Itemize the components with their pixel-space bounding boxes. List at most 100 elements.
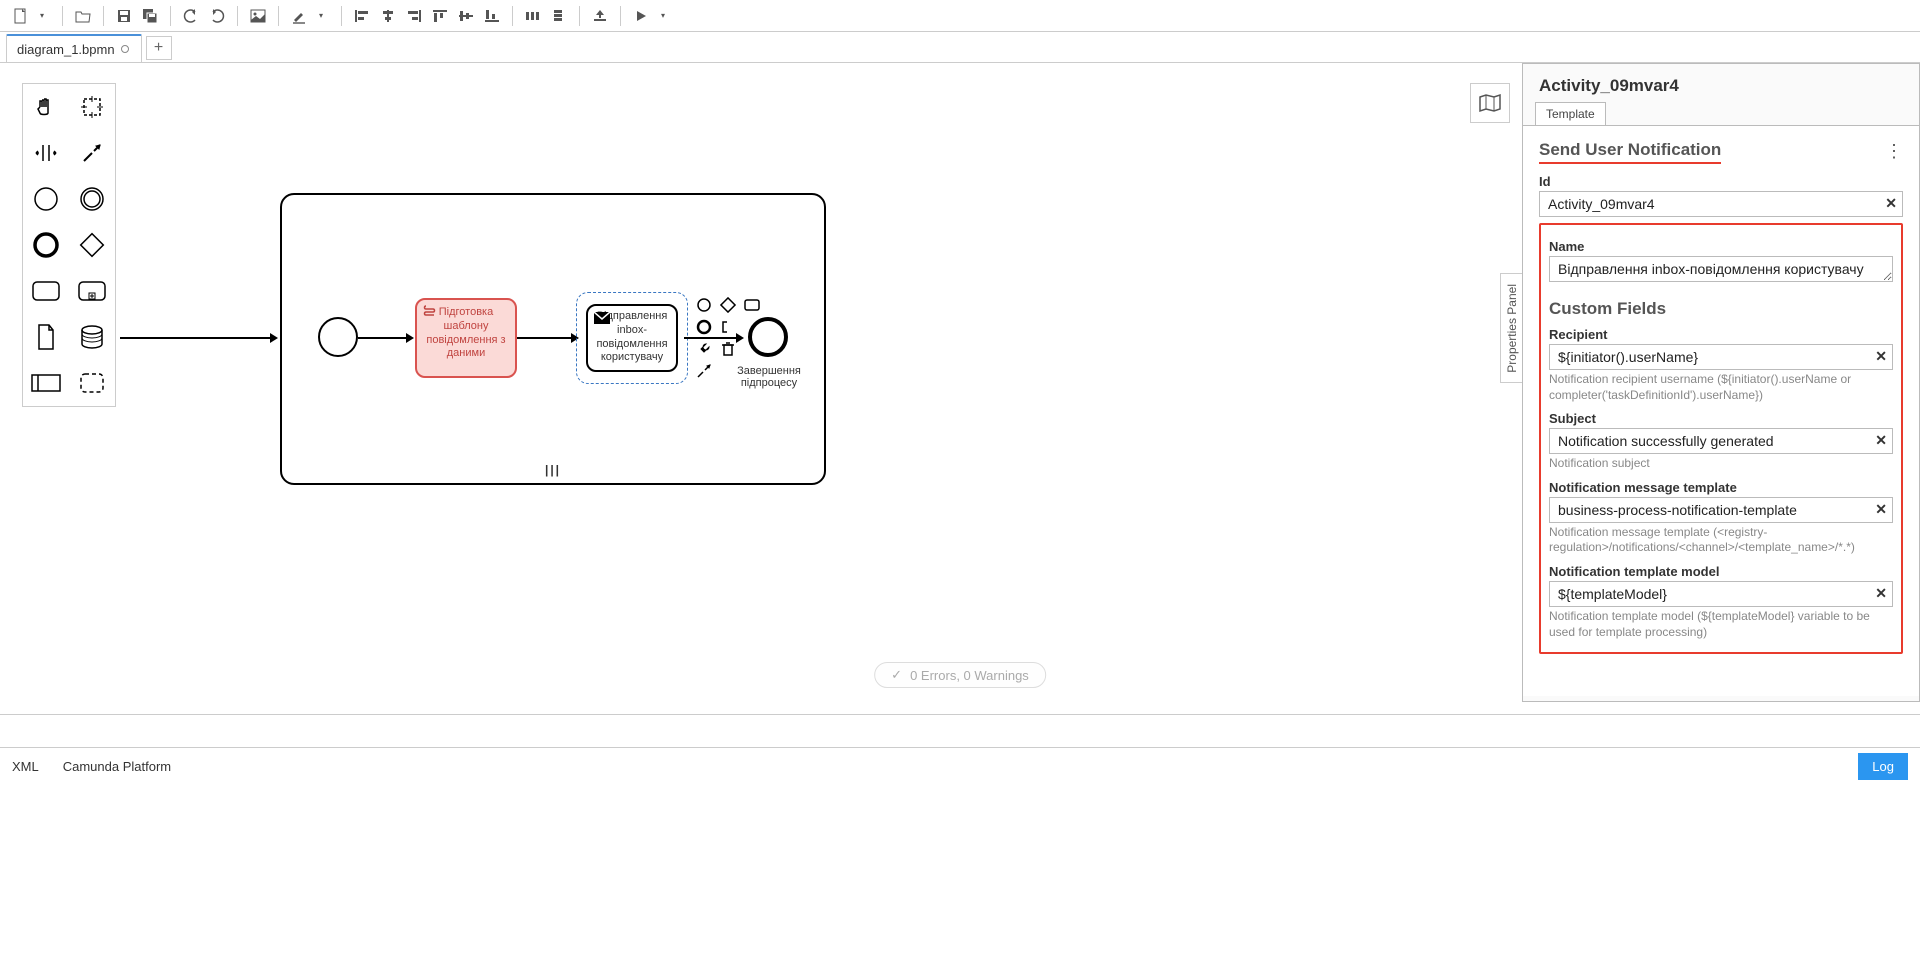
- sequence-flow[interactable]: [517, 337, 577, 339]
- new-file-dropdown[interactable]: ▾: [30, 4, 54, 28]
- align-left-button[interactable]: [350, 4, 374, 28]
- palette-group[interactable]: [69, 360, 115, 406]
- run-dropdown[interactable]: ▾: [651, 4, 675, 28]
- diagram-canvas[interactable]: ||| Підготовка шаблону повідомлення з да…: [0, 63, 1522, 702]
- export-image-button[interactable]: [246, 4, 270, 28]
- open-button[interactable]: [71, 4, 95, 28]
- ctx-connect-icon[interactable]: [694, 361, 714, 381]
- name-label: Name: [1549, 239, 1893, 254]
- undo-button[interactable]: [179, 4, 203, 28]
- palette-hand-tool[interactable]: [23, 84, 69, 130]
- tpl-model-label: Notification template model: [1549, 564, 1893, 579]
- ctx-end-event-icon[interactable]: [694, 317, 714, 337]
- script-icon: [423, 304, 437, 323]
- tpl-model-clear-button[interactable]: ✕: [1875, 585, 1887, 602]
- script-task-label: Підготовка шаблону повідомлення з даними: [426, 306, 505, 359]
- add-tab-button[interactable]: +: [146, 36, 172, 60]
- align-top-button[interactable]: [428, 4, 452, 28]
- name-input[interactable]: Відправлення inbox-повідомлення користув…: [1549, 256, 1893, 282]
- workspace: ||| Підготовка шаблону повідомлення з да…: [0, 62, 1920, 702]
- element-id-heading: Activity_09mvar4: [1523, 64, 1919, 102]
- tpl-model-input[interactable]: [1549, 581, 1893, 607]
- sequence-flow[interactable]: [358, 337, 412, 339]
- subprocess-marker-icon: |||: [545, 463, 561, 477]
- msg-template-clear-button[interactable]: ✕: [1875, 501, 1887, 518]
- new-file-button[interactable]: [8, 4, 32, 28]
- palette-lasso-tool[interactable]: [69, 84, 115, 130]
- save-all-button[interactable]: [138, 4, 162, 28]
- palette-task[interactable]: [23, 268, 69, 314]
- align-middle-button[interactable]: [454, 4, 478, 28]
- tabs-bar: diagram_1.bpmn +: [0, 32, 1920, 62]
- main-toolbar: ▾ ▾ ▾: [0, 0, 1920, 32]
- highlighted-fields: Name Відправлення inbox-повідомлення кор…: [1539, 223, 1903, 654]
- redo-button[interactable]: [205, 4, 229, 28]
- msg-template-label: Notification message template: [1549, 480, 1893, 495]
- subject-hint: Notification subject: [1549, 456, 1893, 472]
- palette-space-tool[interactable]: [23, 130, 69, 176]
- check-icon: ✓: [891, 667, 902, 683]
- palette-subprocess[interactable]: [69, 268, 115, 314]
- palette-start-event[interactable]: [23, 176, 69, 222]
- palette-pool[interactable]: [23, 360, 69, 406]
- recipient-hint: Notification recipient username (${initi…: [1549, 372, 1893, 403]
- align-bottom-button[interactable]: [480, 4, 504, 28]
- palette-data-store[interactable]: [69, 314, 115, 360]
- ctx-task-icon[interactable]: [742, 295, 762, 315]
- xml-tab[interactable]: XML: [12, 759, 39, 774]
- mail-icon: [594, 312, 610, 329]
- sequence-flow[interactable]: [120, 337, 276, 339]
- color-dropdown[interactable]: ▾: [309, 4, 333, 28]
- recipient-input[interactable]: [1549, 344, 1893, 370]
- problems-text: 0 Errors, 0 Warnings: [910, 668, 1029, 683]
- palette-connect-tool[interactable]: [69, 130, 115, 176]
- recipient-clear-button[interactable]: ✕: [1875, 348, 1887, 365]
- distribute-v-button[interactable]: [547, 4, 571, 28]
- status-bar: XML Camunda Platform Log: [0, 748, 1920, 784]
- template-name: Send User Notification: [1539, 140, 1721, 164]
- properties-panel-toggle[interactable]: Properties Panel: [1500, 273, 1522, 383]
- subject-input[interactable]: [1549, 428, 1893, 454]
- tpl-model-hint: Notification template model (${templateM…: [1549, 609, 1893, 640]
- unsaved-indicator: [121, 45, 129, 53]
- run-button[interactable]: [629, 4, 653, 28]
- recipient-label: Recipient: [1549, 327, 1893, 342]
- align-right-button[interactable]: [402, 4, 426, 28]
- subject-clear-button[interactable]: ✕: [1875, 432, 1887, 449]
- element-palette: [22, 83, 116, 407]
- ctx-delete-icon[interactable]: [718, 339, 738, 359]
- ctx-annotation-icon[interactable]: [718, 317, 738, 337]
- script-task[interactable]: Підготовка шаблону повідомлення з даними: [415, 298, 517, 378]
- save-button[interactable]: [112, 4, 136, 28]
- problems-bar[interactable]: ✓ 0 Errors, 0 Warnings: [874, 662, 1046, 688]
- file-tab[interactable]: diagram_1.bpmn: [6, 34, 142, 62]
- template-menu-button[interactable]: ⋮: [1885, 141, 1903, 162]
- properties-panel: Activity_09mvar4 Template Send User Noti…: [1522, 63, 1920, 702]
- id-input[interactable]: [1539, 191, 1903, 217]
- palette-end-event[interactable]: [23, 222, 69, 268]
- template-tab[interactable]: Template: [1535, 102, 1606, 125]
- properties-panel-toggle-label: Properties Panel: [1505, 284, 1519, 373]
- log-button[interactable]: Log: [1858, 753, 1908, 780]
- deploy-button[interactable]: [588, 4, 612, 28]
- palette-gateway[interactable]: [69, 222, 115, 268]
- ctx-wrench-icon[interactable]: [694, 339, 714, 359]
- context-pad: [694, 295, 762, 381]
- ctx-gateway-icon[interactable]: [718, 295, 738, 315]
- id-label: Id: [1539, 174, 1903, 189]
- align-center-button[interactable]: [376, 4, 400, 28]
- minimap-toggle[interactable]: [1470, 83, 1510, 123]
- send-task-selected[interactable]: Відправлення inbox-повідомлення користув…: [582, 298, 682, 378]
- start-event[interactable]: [318, 317, 358, 357]
- palette-intermediate-event[interactable]: [69, 176, 115, 222]
- file-tab-label: diagram_1.bpmn: [17, 42, 115, 57]
- distribute-h-button[interactable]: [521, 4, 545, 28]
- msg-template-input[interactable]: [1549, 497, 1893, 523]
- ctx-start-event-icon[interactable]: [694, 295, 714, 315]
- palette-data-object[interactable]: [23, 314, 69, 360]
- id-clear-button[interactable]: ✕: [1885, 195, 1897, 212]
- color-button[interactable]: [287, 4, 311, 28]
- platform-tab[interactable]: Camunda Platform: [63, 759, 171, 774]
- custom-fields-heading: Custom Fields: [1549, 299, 1893, 319]
- subject-label: Subject: [1549, 411, 1893, 426]
